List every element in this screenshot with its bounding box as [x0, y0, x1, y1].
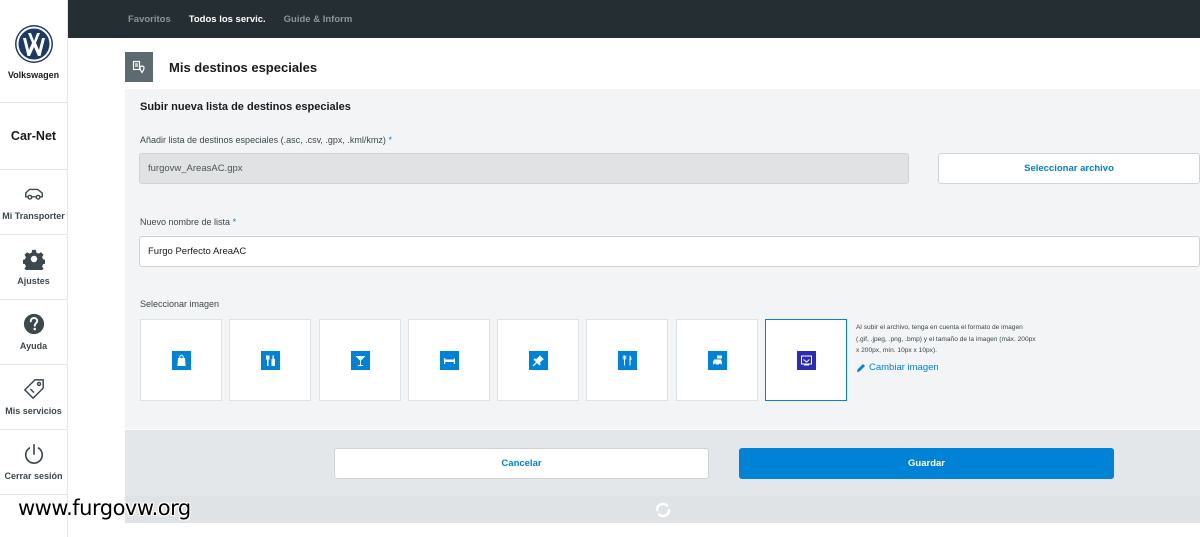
gear-icon: [22, 249, 45, 270]
shopping-bag-icon: [171, 350, 191, 370]
sidebar-item-label: Ayuda: [19, 341, 48, 351]
image-option-car-service[interactable]: [676, 319, 758, 401]
cancel-button[interactable]: Cancelar: [334, 448, 709, 479]
pencil-icon: [857, 363, 865, 372]
sidebar-item-cerrar-sesion[interactable]: Cerrar sesión: [0, 430, 67, 495]
list-name-input[interactable]: Furgo Perfecto AreaAC: [139, 236, 1200, 267]
file-path-field[interactable]: furgovw_AreasAC.gpx: [139, 153, 909, 184]
list-name-value: Furgo Perfecto AreaAC: [148, 246, 247, 257]
upload-form: Subir nueva lista de destinos especiales…: [125, 89, 1200, 429]
sidebar-item-label: Cerrar sesión: [4, 471, 63, 481]
bed-icon: [439, 350, 459, 370]
image-option-shopping[interactable]: [140, 319, 222, 401]
image-option-bar[interactable]: [319, 319, 401, 401]
help-icon: [23, 313, 44, 335]
required-mark: *: [232, 217, 237, 227]
loading-bar: [125, 496, 1200, 523]
volkswagen-logo-icon: [14, 25, 53, 63]
sidebar-item-label: Mis servicios: [5, 406, 62, 416]
save-button[interactable]: Guardar: [739, 448, 1114, 479]
sidebar-item-mi-transporter[interactable]: Mi Transporter: [0, 170, 67, 235]
brand-name: Volkswagen: [7, 70, 60, 80]
select-file-button[interactable]: Seleccionar archivo: [938, 153, 1200, 184]
page-title: Mis destinos especiales: [169, 59, 318, 75]
sidebar-item-label: Mi Transporter: [2, 211, 65, 221]
change-image-link[interactable]: Cambiar imagen: [856, 362, 939, 373]
tab-todos-los-servicios[interactable]: Todos los servic.: [189, 14, 266, 25]
name-label-text: Nuevo nombre de lista: [140, 217, 231, 227]
watermark: www.furgovw.org: [18, 496, 191, 520]
sidebar-item-ayuda[interactable]: Ayuda: [0, 300, 67, 365]
image-option-tools[interactable]: [229, 319, 311, 401]
sidebar-item-ajustes[interactable]: Ajustes: [0, 235, 67, 300]
brand[interactable]: Volkswagen: [0, 0, 67, 103]
image-format-hint: Al subir el archivo, tenga en cuenta el …: [856, 324, 1036, 354]
sidebar-item-mis-servicios[interactable]: Mis servicios: [0, 365, 67, 430]
name-field-label: Nuevo nombre de lista *: [140, 217, 236, 227]
required-mark: *: [388, 135, 392, 145]
sidebar: Volkswagen Car-Net Mi Transporter Ajuste…: [0, 0, 68, 537]
image-option-custom[interactable]: [765, 319, 847, 401]
file-path-value: furgovw_AreasAC.gpx: [148, 163, 243, 174]
form-footer: Cancelar Guardar: [125, 430, 1200, 496]
top-navigation: Favoritos Todos los servic. Guide & Info…: [68, 0, 1200, 38]
sidebar-item-label: Ajustes: [17, 276, 50, 286]
tab-favoritos[interactable]: Favoritos: [128, 14, 171, 25]
page-header: Mis destinos especiales: [125, 52, 317, 82]
tab-guide-inform[interactable]: Guide & Inform: [284, 14, 353, 25]
change-image-label: Cambiar imagen: [869, 362, 939, 373]
power-icon: [24, 444, 43, 464]
loading-spinner-icon: [655, 502, 670, 517]
section-title: Subir nueva lista de destinos especiales: [140, 101, 351, 113]
image-field-label: Seleccionar imagen: [140, 299, 220, 309]
tag-icon: [23, 379, 44, 400]
car-service-icon: [707, 350, 727, 370]
cocktail-icon: [350, 350, 370, 370]
app-name[interactable]: Car-Net: [0, 103, 67, 170]
cutlery-icon: [617, 350, 637, 370]
pin-list-icon: [125, 52, 153, 82]
image-option-hotel[interactable]: [408, 319, 490, 401]
image-option-restaurant[interactable]: [586, 319, 668, 401]
car-icon: [24, 188, 43, 200]
pushpin-icon: [528, 350, 548, 370]
image-option-pin[interactable]: [497, 319, 579, 401]
custom-image-icon: [796, 350, 816, 370]
file-label-text: Añadir lista de destinos especiales (.as…: [140, 135, 386, 145]
tools-icon: [260, 350, 280, 370]
file-field-label: Añadir lista de destinos especiales (.as…: [140, 135, 392, 145]
